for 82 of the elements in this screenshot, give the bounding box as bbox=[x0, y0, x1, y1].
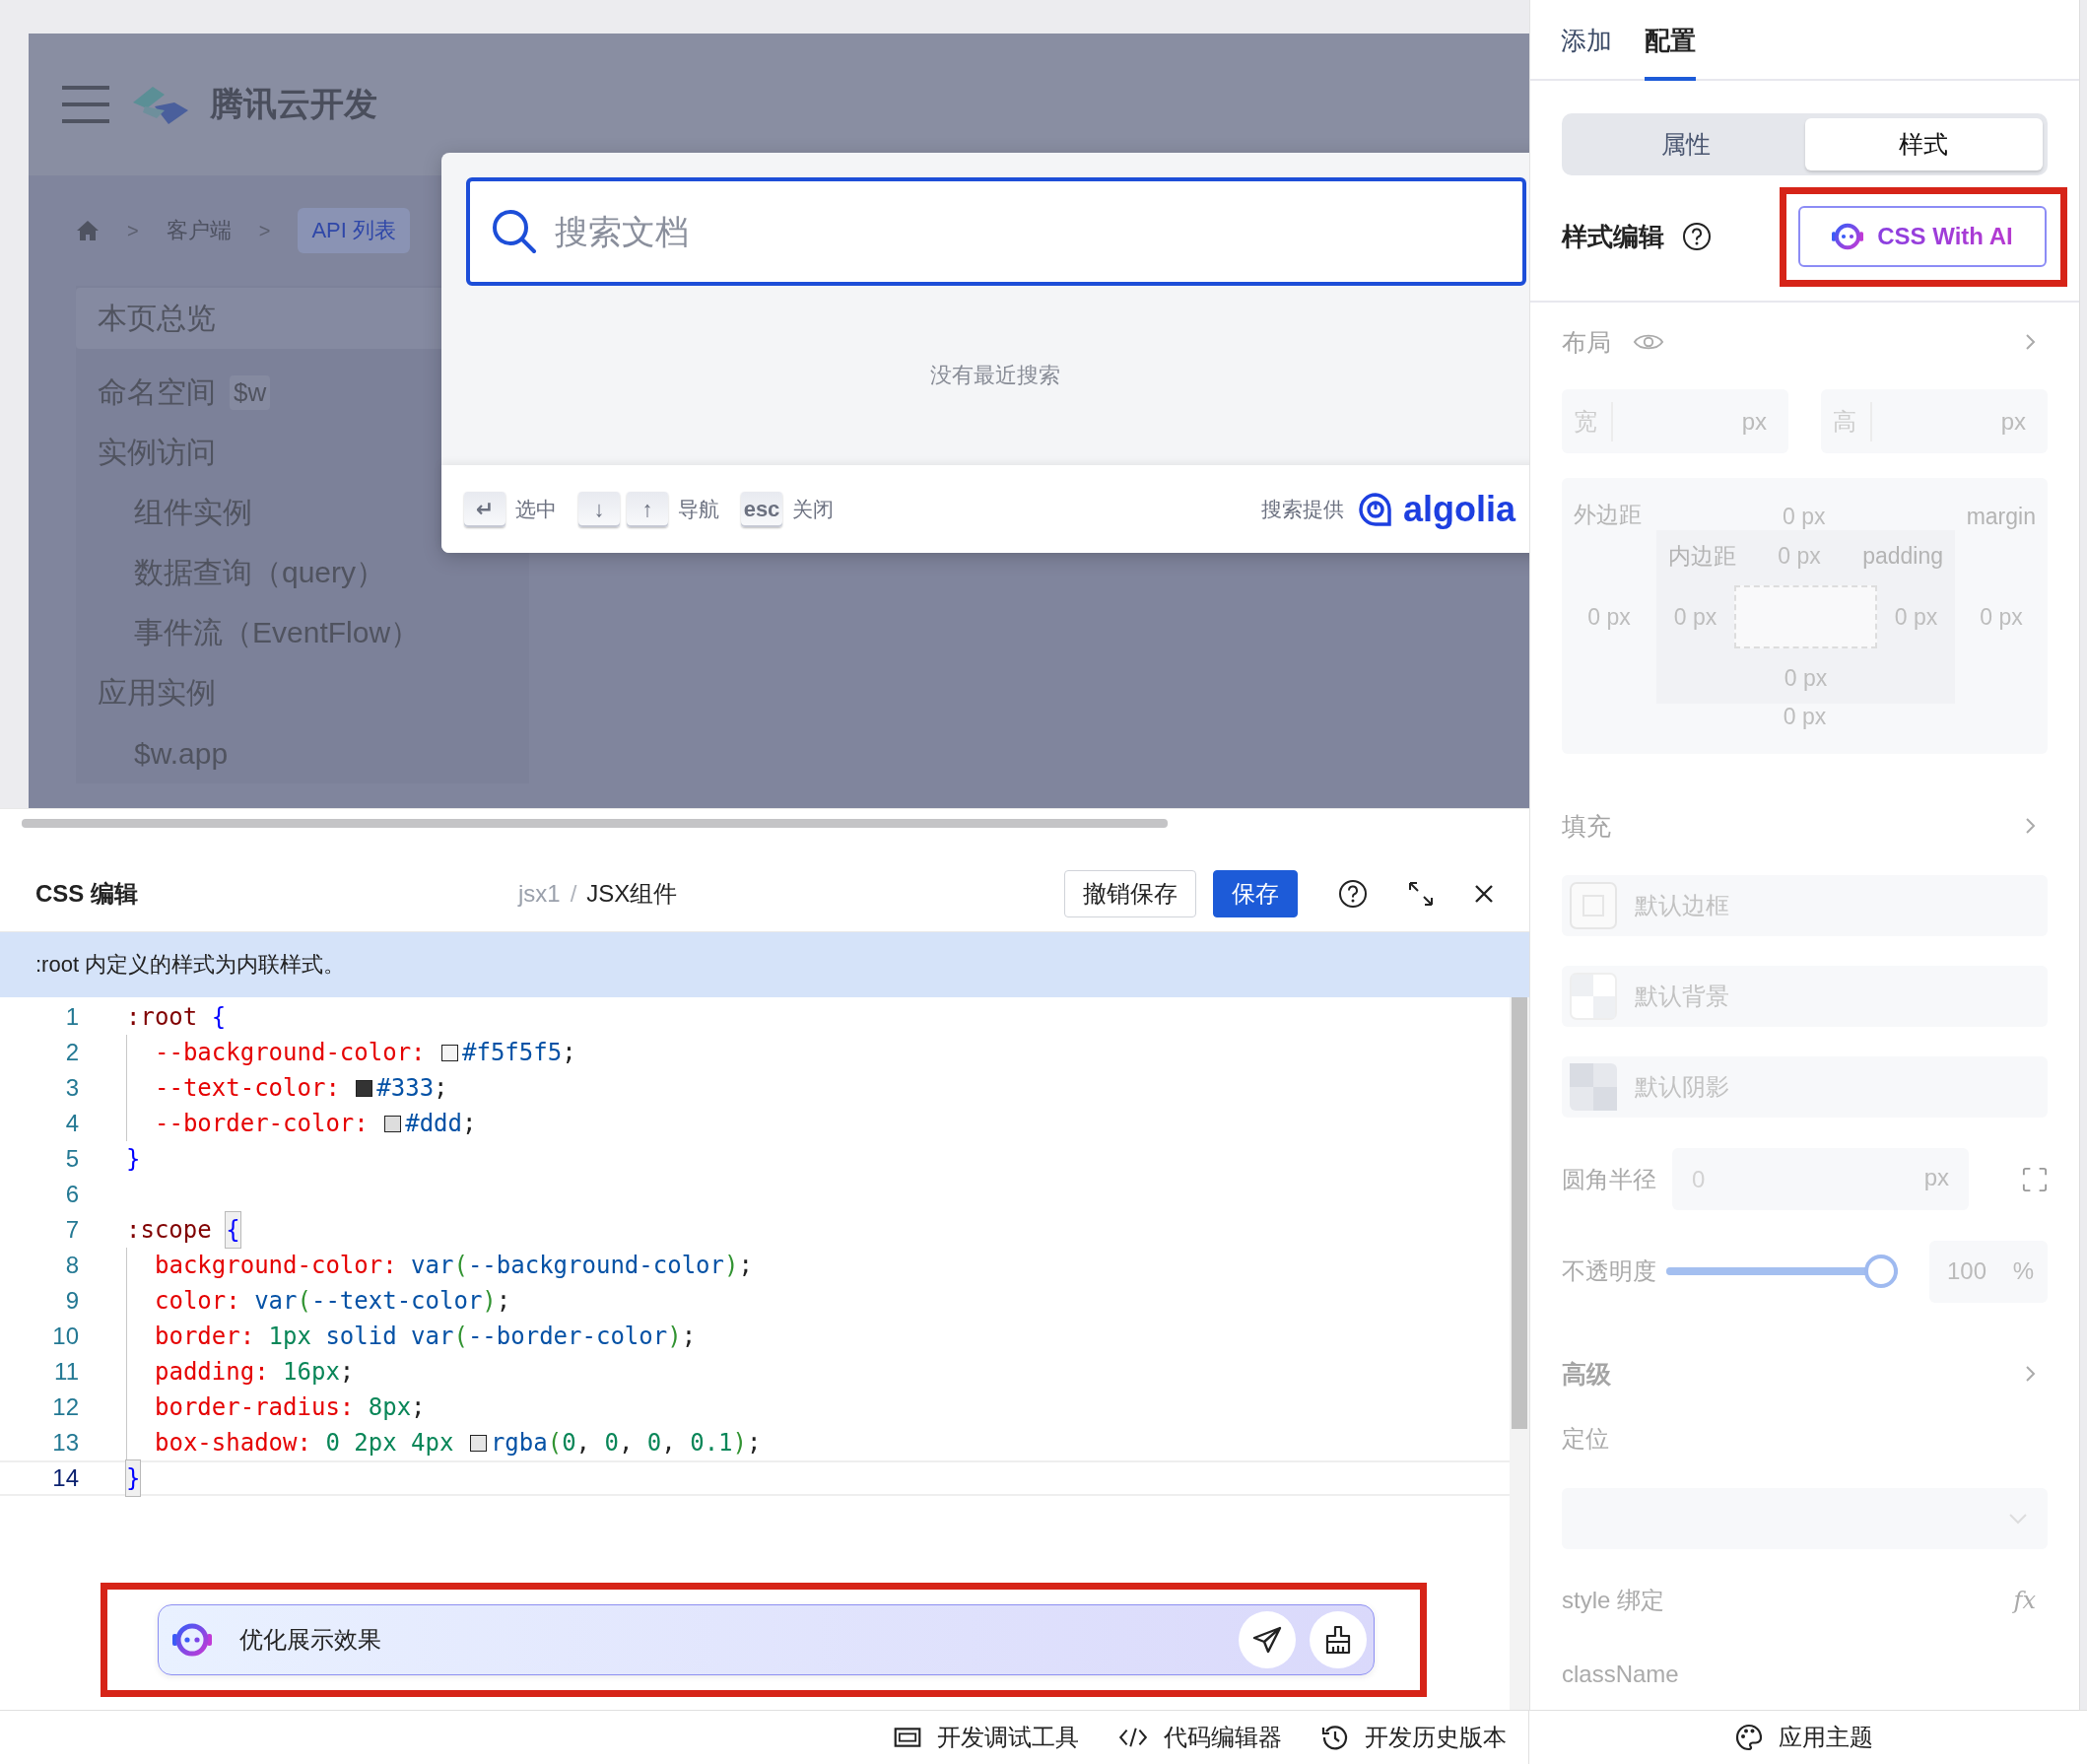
margin-hint: margin bbox=[1966, 504, 2036, 530]
path-label: JSX组件 bbox=[586, 878, 678, 909]
margin-label: 外边距 bbox=[1574, 501, 1642, 529]
notice-text: :root 内定义的样式为内联样式。 bbox=[35, 951, 346, 979]
scrollbar[interactable] bbox=[22, 819, 1168, 828]
line-number: 13 bbox=[51, 1428, 80, 1458]
brand-name: 腾讯云开发 bbox=[210, 84, 377, 124]
help-icon[interactable] bbox=[1338, 878, 1368, 909]
breadcrumb-link[interactable]: API 列表 bbox=[298, 208, 410, 253]
close-icon[interactable] bbox=[1474, 883, 1494, 904]
code-line[interactable]: } bbox=[126, 1141, 1510, 1177]
revert-button[interactable]: 撤销保存 bbox=[1064, 869, 1196, 917]
search-icon bbox=[492, 209, 537, 254]
key-cap: ↑ bbox=[627, 491, 668, 527]
save-button[interactable]: 保存 bbox=[1213, 869, 1298, 917]
prompt-field[interactable]: 优化展示效果 bbox=[237, 1625, 1225, 1655]
code-tag: $w bbox=[230, 375, 271, 410]
field-label: 圆角半径 bbox=[1562, 1164, 1656, 1194]
expand-icon[interactable] bbox=[1408, 880, 1434, 907]
field-label: 定位 bbox=[1562, 1424, 1609, 1454]
key-cap: ↓ bbox=[578, 491, 620, 527]
breadcrumb-separator: > bbox=[127, 219, 139, 242]
line-number: 1 bbox=[64, 1002, 80, 1032]
history-icon bbox=[1321, 1724, 1349, 1751]
line-number: 9 bbox=[64, 1286, 80, 1316]
section-title: 布局 bbox=[1562, 326, 1611, 358]
key-cap: ↵ bbox=[464, 491, 505, 527]
path-separator: / bbox=[570, 879, 577, 908]
prompt-bar[interactable]: 优化展示效果 bbox=[158, 1604, 1375, 1675]
line-number: 3 bbox=[64, 1073, 80, 1103]
empty-message: 没有最近搜索 bbox=[930, 362, 1060, 389]
hint-label: 选中 bbox=[515, 496, 557, 522]
checker-icon bbox=[1570, 1063, 1617, 1111]
send-icon bbox=[1252, 1626, 1282, 1654]
field-label: className bbox=[1562, 1661, 1679, 1688]
line-number: 5 bbox=[64, 1144, 80, 1174]
monitor-icon bbox=[894, 1728, 921, 1747]
code-line[interactable]: :root { bbox=[126, 999, 1510, 1035]
toolbar-button[interactable]: 代码编辑器 bbox=[1118, 1722, 1282, 1753]
hint-label: 关闭 bbox=[792, 496, 834, 522]
section-title: 高级 bbox=[1562, 1358, 1611, 1390]
code-line[interactable]: :scope { bbox=[126, 1212, 1510, 1248]
chevron-down-icon bbox=[2008, 1513, 2028, 1525]
help-icon[interactable] bbox=[1682, 222, 1712, 251]
breadcrumb-separator: > bbox=[258, 219, 271, 242]
code-line[interactable]: --text-color: #333; bbox=[126, 1070, 1510, 1106]
line-number: 6 bbox=[64, 1180, 80, 1209]
line-number: 4 bbox=[64, 1109, 80, 1138]
toolbar-button[interactable]: 开发调试工具 bbox=[894, 1722, 1079, 1753]
scrollbar[interactable] bbox=[1512, 997, 1527, 1429]
line-number: 8 bbox=[64, 1251, 80, 1280]
logo-icon bbox=[131, 85, 188, 124]
search-field[interactable]: 搜索文档 bbox=[466, 177, 1526, 286]
code-line[interactable]: --border-color: #ddd; bbox=[126, 1106, 1510, 1141]
section-label: 样式编辑 bbox=[1562, 220, 1664, 253]
line-number: 7 bbox=[64, 1215, 80, 1245]
brush-icon bbox=[1324, 1625, 1352, 1655]
menu-icon[interactable] bbox=[62, 86, 109, 123]
field-label: 不透明度 bbox=[1562, 1256, 1656, 1286]
line-number: 2 bbox=[64, 1038, 80, 1067]
section-title: 填充 bbox=[1562, 810, 1611, 842]
padding-label: 内边距 bbox=[1668, 541, 1736, 571]
line-number: 12 bbox=[51, 1392, 80, 1422]
unit-label: px bbox=[1923, 1164, 1949, 1191]
toolbar-button[interactable]: 开发历史版本 bbox=[1321, 1722, 1507, 1753]
algolia-icon[interactable] bbox=[1357, 491, 1393, 527]
line-number: 14 bbox=[51, 1463, 80, 1493]
theme-button[interactable]: 应用主题 bbox=[1735, 1722, 1873, 1753]
panel-title: CSS 编辑 bbox=[35, 878, 139, 909]
key-cap: esc bbox=[741, 491, 782, 527]
code-line[interactable]: --background-color: #f5f5f5; bbox=[126, 1035, 1510, 1070]
provider-label: 搜索提供 bbox=[1260, 496, 1344, 522]
provider-logo[interactable]: algolia bbox=[1402, 488, 1515, 530]
path-link[interactable]: jsx1 bbox=[518, 879, 561, 908]
line-number: 11 bbox=[53, 1357, 80, 1387]
field-label: style 绑定 bbox=[1562, 1586, 1664, 1615]
code-icon bbox=[1118, 1727, 1148, 1748]
line-number: 10 bbox=[51, 1322, 80, 1351]
palette-icon bbox=[1735, 1724, 1763, 1751]
hint-label: 导航 bbox=[678, 496, 719, 522]
home-icon[interactable] bbox=[76, 220, 100, 241]
padding-hint: padding bbox=[1862, 542, 1943, 570]
